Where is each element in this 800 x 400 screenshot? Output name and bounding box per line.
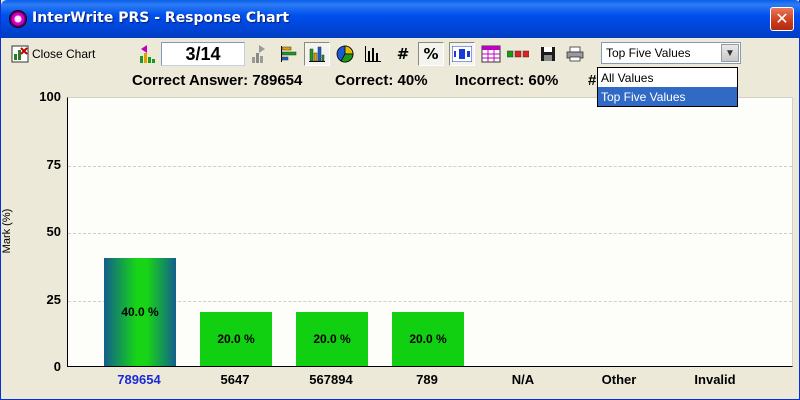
color-blocks-icon [507, 50, 529, 58]
bar-data-label: 20.0 % [409, 332, 447, 346]
question-counter[interactable]: 3/14 [161, 42, 245, 66]
bar-data-label: 40.0 % [121, 305, 159, 319]
response-chart-window: InterWrite PRS - Response Chart ✕ Close … [0, 0, 800, 400]
correct-answer-text: Correct Answer: 789654 [132, 72, 303, 89]
y-tick-label: 0 [53, 359, 61, 374]
numbered-list-icon [452, 46, 472, 62]
bar-answer: 20.0 % [296, 312, 368, 366]
values-filter-select[interactable]: Top Five Values ▼ [601, 42, 741, 64]
window-close-button[interactable]: ✕ [770, 7, 794, 31]
y-axis-title: Mark (%) [1, 208, 13, 254]
column-chart-button[interactable] [361, 42, 385, 66]
percent-display-icon: % [423, 45, 439, 63]
x-category-label: 789654 [117, 372, 161, 387]
close-chart-label: Close Chart [32, 47, 96, 61]
title-bar[interactable]: InterWrite PRS - Response Chart ✕ [1, 0, 800, 38]
close-chart-icon [11, 45, 29, 63]
save-icon [541, 47, 555, 61]
summary-extra-text: # [588, 72, 597, 89]
bar-answer: 20.0 % [200, 312, 272, 366]
correct-percent-text: Correct: 40% [335, 72, 428, 89]
column-chart-icon [365, 46, 381, 62]
y-tick-label: 75 [46, 156, 61, 172]
gridline-50 [68, 233, 792, 234]
number-display-button[interactable]: # [391, 42, 415, 66]
dropdown-option-all-values[interactable]: All Values [598, 68, 737, 87]
pie-chart-icon [336, 45, 354, 63]
values-filter-selected: Top Five Values [606, 46, 691, 60]
previous-question-button[interactable] [137, 42, 157, 66]
vertical-bar-chart-button[interactable] [304, 42, 330, 66]
x-category-label: Invalid [694, 372, 736, 387]
print-icon [566, 46, 584, 62]
y-tick-label: 25 [46, 291, 61, 307]
x-category-label: 5647 [220, 372, 250, 387]
window-title: InterWrite PRS - Response Chart [32, 10, 290, 26]
gridline-25 [68, 300, 792, 302]
bar-answer: 20.0 % [392, 312, 464, 366]
x-category-label: Other [601, 372, 637, 387]
previous-question-icon [140, 45, 155, 63]
x-category-label: 567894 [309, 372, 353, 387]
vertical-bar-chart-icon [309, 46, 325, 62]
grid-view-button[interactable] [479, 42, 503, 66]
interwrite-app-icon [9, 10, 27, 28]
horizontal-bar-chart-button[interactable] [277, 42, 301, 66]
number-display-icon: # [396, 45, 410, 63]
color-blocks-button[interactable] [505, 42, 531, 66]
bar-data-label: 20.0 % [217, 332, 255, 346]
dropdown-option-top-five-values[interactable]: Top Five Values [598, 87, 737, 106]
y-tick-label: 100 [39, 89, 61, 104]
print-button[interactable] [563, 42, 587, 66]
horizontal-bar-chart-icon [281, 46, 297, 62]
close-chart-button[interactable]: Close Chart [11, 42, 109, 66]
numbered-list-button[interactable] [449, 42, 475, 66]
next-question-button[interactable] [249, 42, 269, 66]
x-category-label: N/A [511, 372, 535, 387]
grid-view-icon [481, 45, 501, 63]
chevron-down-icon[interactable]: ▼ [721, 44, 739, 62]
bar-correct-answer: 40.0 % [104, 258, 176, 366]
incorrect-percent-text: Incorrect: 60% [455, 72, 559, 89]
pie-chart-button[interactable] [333, 42, 357, 66]
bar-data-label: 20.0 % [313, 332, 351, 346]
percent-display-button[interactable]: % [418, 42, 444, 66]
values-filter-dropdown: All Values Top Five Values [597, 67, 738, 107]
chart-plot-area: 40.0 % 20.0 % 20.0 % 20.0 % [67, 97, 793, 367]
toolbar: Close Chart 3/14 # % Top Five Values ▼ [5, 38, 797, 70]
y-tick-label: 50 [46, 224, 61, 239]
gridline-75 [68, 165, 792, 167]
next-question-icon [252, 45, 265, 63]
x-category-label: 789 [416, 372, 438, 387]
save-button[interactable] [537, 42, 559, 66]
